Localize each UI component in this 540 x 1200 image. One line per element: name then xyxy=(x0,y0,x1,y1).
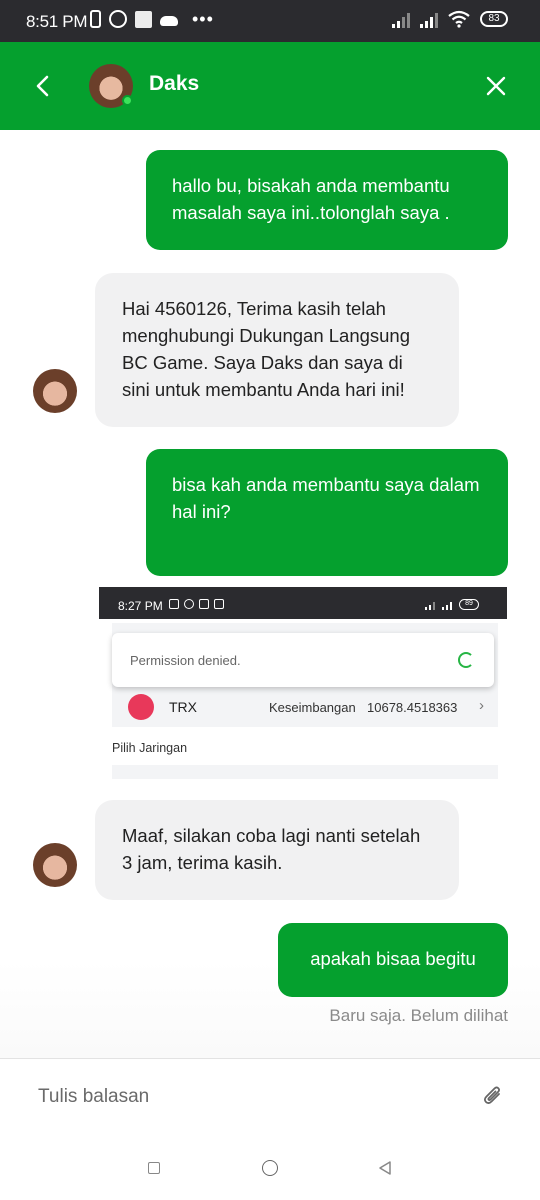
reply-input[interactable] xyxy=(38,1080,458,1114)
status-right-icons: 83 xyxy=(392,10,508,28)
outgoing-message: hallo bu, bisakah anda membantu masalah … xyxy=(146,150,508,250)
delivery-status: Baru saja. Belum dilihat xyxy=(329,1006,508,1025)
paperclip-icon[interactable] xyxy=(482,1084,504,1108)
more-dots-icon: ••• xyxy=(192,9,214,29)
screenshot-time: 8:27 PM xyxy=(118,599,163,613)
chevron-left-icon[interactable] xyxy=(28,70,60,102)
screenshot-status-right: 89 xyxy=(425,599,479,610)
loading-spinner-icon xyxy=(458,652,474,668)
screenshot-status-bar: 8:27 PM 89 xyxy=(99,587,507,619)
chevron-right-icon: › xyxy=(479,697,484,714)
whatsapp-icon xyxy=(109,10,127,28)
battery-icon: 83 xyxy=(480,11,508,27)
incoming-message: Hai 4560126, Terima kasih telah menghubu… xyxy=(95,273,459,427)
recent-apps-icon[interactable] xyxy=(148,1162,160,1174)
gallery-icon xyxy=(135,10,152,28)
online-status-dot xyxy=(122,95,133,106)
status-time: 8:51 PM xyxy=(26,12,88,31)
outgoing-message: bisa kah anda membantu saya dalam hal in… xyxy=(146,449,508,576)
outgoing-message: apakah bisaa begitu xyxy=(278,923,508,997)
screenshot-status-icons xyxy=(169,599,224,609)
wifi-icon xyxy=(448,10,470,28)
cloud-icon xyxy=(160,16,178,26)
signal-icon xyxy=(392,10,410,28)
agent-avatar xyxy=(33,369,77,413)
network-label: Pilih Jaringan xyxy=(112,741,188,755)
back-icon[interactable] xyxy=(378,1160,392,1176)
screenshot-battery: 89 xyxy=(459,599,479,610)
balance-value: 10678.4518363 xyxy=(367,700,458,715)
status-bar: 8:51 PM ••• 83 xyxy=(0,0,540,42)
coin-name: TRX xyxy=(169,699,197,715)
agent-name: Daks xyxy=(149,72,200,95)
attached-screenshot[interactable]: 8:27 PM 89 TRX Keseimbangan 10678.451836… xyxy=(99,587,507,779)
home-icon[interactable] xyxy=(262,1160,278,1176)
balance-label: Keseimbangan xyxy=(269,700,356,715)
close-icon[interactable] xyxy=(482,72,510,100)
agent-avatar xyxy=(33,843,77,887)
screenshot-footer xyxy=(112,765,498,779)
signal-icon xyxy=(420,10,438,28)
system-nav-bar xyxy=(0,1130,540,1200)
status-left-icons: ••• xyxy=(90,10,214,28)
phone-icon xyxy=(90,10,101,28)
incoming-message: Maaf, silakan coba lagi nanti setelah 3 … xyxy=(95,800,459,900)
toast-text: Permission denied. xyxy=(130,653,241,668)
trx-logo-icon xyxy=(128,694,154,720)
screenshot-coin-row: TRX Keseimbangan 10678.4518363 › xyxy=(112,687,498,727)
chat-header: Daks xyxy=(0,42,540,130)
screenshot-toast: Permission denied. xyxy=(112,633,494,687)
